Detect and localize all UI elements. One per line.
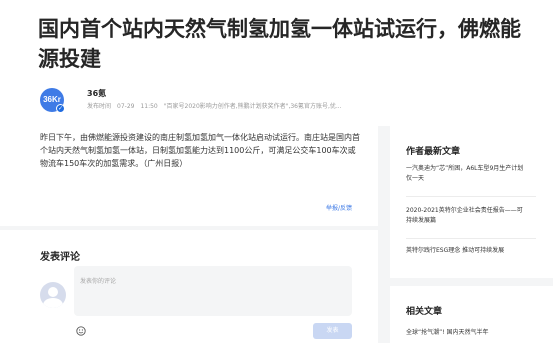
publish-date: 07-29 [117,103,135,110]
sidebar-article-item[interactable]: 英特尔践行ESG理念 推动可持续发展 [406,246,526,256]
author-name[interactable]: 36氪 [87,88,106,99]
comment-input[interactable] [74,266,352,316]
related-articles-title: 相关文章 [406,307,443,317]
sidebar-article-item[interactable]: 2020-2021英特尔企业社会责任报告——可持续发展篇 [406,206,526,226]
comment-section: 发表评论 发表你的评论 发表 [0,230,378,343]
article-title: 国内首个站内天然气制氢加氢一体站试运行，佛燃能源投建 [38,17,521,71]
article-header: 国内首个站内天然气制氢加氢一体站试运行，佛燃能源投建 36Kr ✓ 36氪 发布… [0,0,553,126]
publish-time: 11:50 [140,103,158,110]
emoji-icon[interactable] [76,326,86,336]
report-feedback-link[interactable]: 举报/反馈 [326,203,352,212]
article-meta: 发布时间 07-29 11:50 "百家号2020影响力创作者,熊鹏计划获奖作者",3… [87,101,348,110]
author-tags: "百家号2020影响力创作者,熊鹏计划获奖作者",36氪官方账号,优... [163,103,342,110]
user-avatar [40,282,66,308]
related-article-item[interactable]: 全球“抢气潮”! 国内天然气半年 [406,328,526,338]
author-info: 36Kr ✓ 36氪 发布时间 07-29 11:50 "百家号2020影响力创作者,… [40,88,540,114]
comment-placeholder: 发表你的评论 [80,278,117,285]
avatar-head [48,287,58,297]
sidebar: 作者最新文章 一汽奥迪为“芯”所困，A6L车型9月生产计划仅一天 2020-20… [390,126,553,343]
author-articles-title: 作者最新文章 [406,147,461,157]
sidebar-article-item[interactable]: 一汽奥迪为“芯”所困，A6L车型9月生产计划仅一天 [406,164,526,184]
article-paragraph: 昨日下午，由佛燃能源投资建设的南庄制氢加氢加气一体化站启动试运行。南庄站是国内首… [40,133,360,168]
article-body: 昨日下午，由佛燃能源投资建设的南庄制氢加氢加气一体化站启动试运行。南庄站是国内首… [0,126,378,226]
verified-badge-icon: ✓ [56,104,65,113]
sidebar-divider [406,238,536,239]
avatar-torso [43,298,63,308]
sidebar-gap [390,278,553,286]
main-column: 昨日下午，由佛燃能源投资建设的南庄制氢加氢加气一体化站启动试运行。南庄站是国内首… [0,126,380,343]
publish-button[interactable]: 发表 [313,323,352,339]
publish-label: 发布时间 [87,103,112,110]
sidebar-divider [406,196,536,197]
comment-section-title: 发表评论 [40,252,80,263]
